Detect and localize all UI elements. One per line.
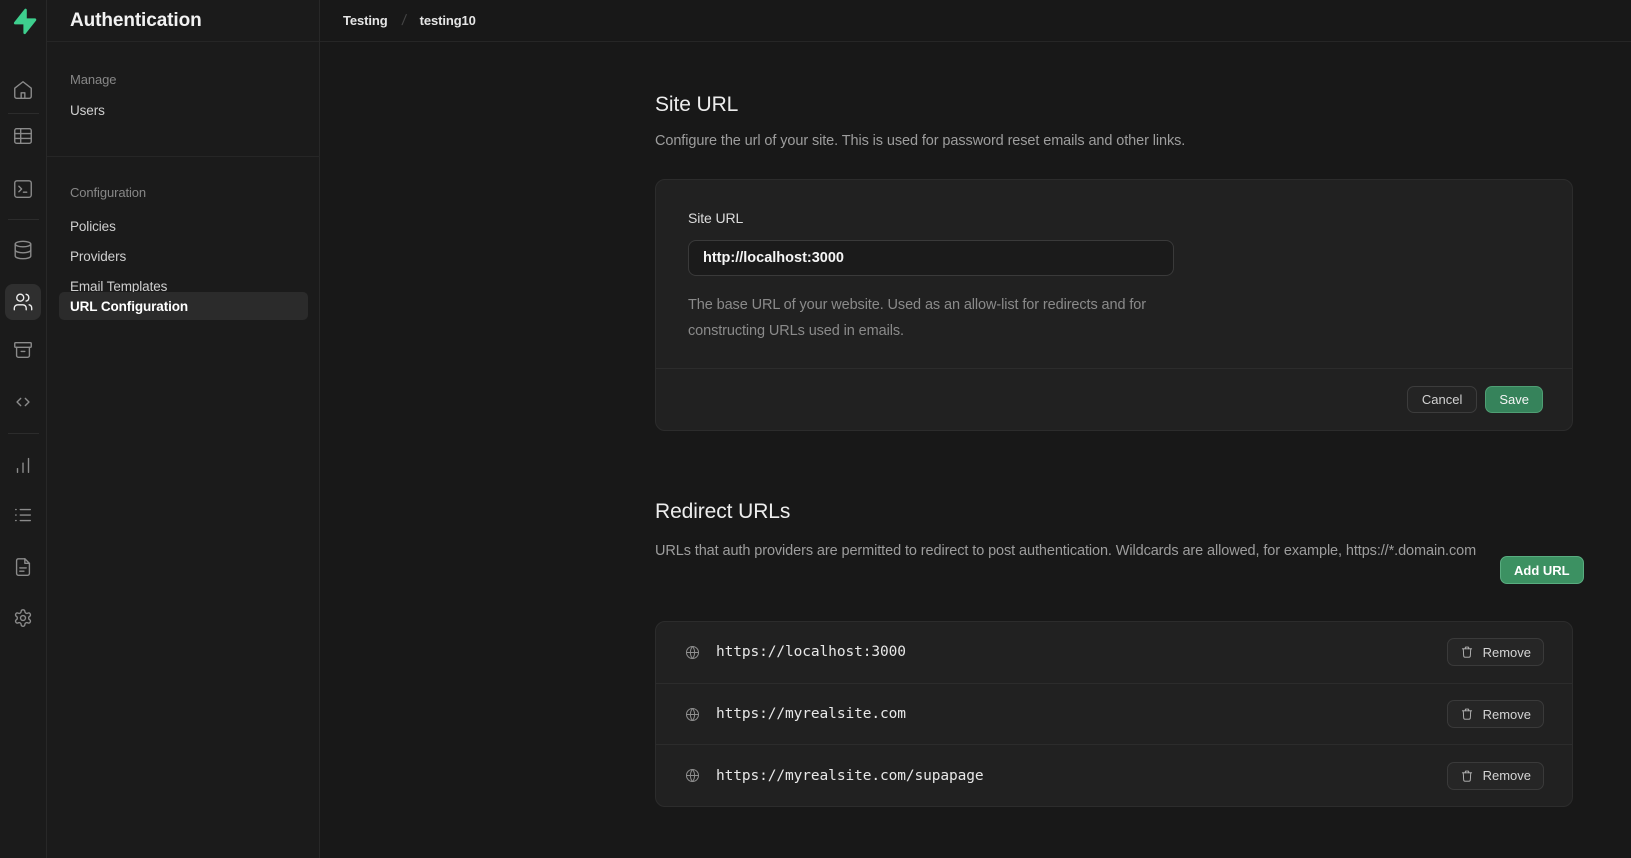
storage-icon[interactable]: [5, 332, 41, 368]
redirect-url-value: https://myrealsite.com/supapage: [716, 768, 984, 784]
supabase-logo-icon[interactable]: [9, 7, 37, 35]
topbar: Testing / testing10 Help: [320, 0, 1631, 42]
sidebar-item-users[interactable]: Users: [70, 103, 105, 118]
sidebar-item-policies[interactable]: Policies: [70, 219, 116, 234]
breadcrumb-branch[interactable]: testing10: [420, 13, 476, 28]
site-url-field-help: The base URL of your website. Used as an…: [688, 292, 1188, 344]
remove-button-label: Remove: [1483, 768, 1531, 783]
remove-url-button[interactable]: Remove: [1447, 762, 1544, 790]
site-url-field-label: Site URL: [688, 210, 1540, 226]
remove-url-button[interactable]: Remove: [1447, 638, 1544, 666]
remove-url-button[interactable]: Remove: [1447, 700, 1544, 728]
trash-icon: [1460, 645, 1474, 659]
rail-divider: [8, 433, 39, 434]
site-url-card-footer: Cancel Save: [656, 368, 1572, 430]
sidebar-divider: [47, 156, 320, 157]
auth-sidebar: Authentication Manage Users Configuratio…: [47, 0, 320, 858]
site-url-description: Configure the url of your site. This is …: [655, 128, 1185, 154]
icon-rail: [0, 0, 47, 858]
redirect-urls-title: Redirect URLs: [655, 500, 790, 524]
globe-icon: [684, 644, 701, 661]
app-window: Authentication Manage Users Configuratio…: [0, 0, 1631, 858]
sidebar-title: Authentication: [47, 0, 319, 42]
table-editor-icon[interactable]: [5, 118, 41, 154]
redirect-url-row: https://localhost:3000 Remove: [656, 622, 1572, 683]
redirect-url-value: https://localhost:3000: [716, 644, 906, 660]
sql-editor-icon[interactable]: [5, 171, 41, 207]
rail-divider: [8, 219, 39, 220]
database-icon[interactable]: [5, 232, 41, 268]
docs-icon[interactable]: [5, 549, 41, 585]
redirect-url-row: https://myrealsite.com Remove: [656, 683, 1572, 745]
authentication-icon[interactable]: [5, 284, 41, 320]
breadcrumb-separator: /: [400, 12, 406, 29]
trash-icon: [1460, 707, 1474, 721]
save-button[interactable]: Save: [1485, 386, 1543, 413]
sidebar-item-url-configuration[interactable]: URL Configuration: [59, 292, 308, 320]
redirect-url-value: https://myrealsite.com: [716, 706, 906, 722]
globe-icon: [684, 767, 701, 784]
remove-button-label: Remove: [1483, 707, 1531, 722]
redirect-urls-description: URLs that auth providers are permitted t…: [655, 538, 1485, 564]
redirect-urls-list: https://localhost:3000 Remove https://my…: [655, 621, 1573, 807]
logs-icon[interactable]: [5, 497, 41, 533]
redirect-url-row: https://myrealsite.com/supapage Remove: [656, 744, 1572, 806]
api-docs-icon[interactable]: [5, 384, 41, 420]
rail-divider: [8, 113, 39, 114]
sidebar-item-providers[interactable]: Providers: [70, 249, 126, 264]
breadcrumb-project[interactable]: Testing: [343, 13, 388, 28]
sidebar-section-manage: Manage: [70, 72, 116, 87]
trash-icon: [1460, 769, 1474, 783]
site-url-input[interactable]: [688, 240, 1174, 276]
cancel-button[interactable]: Cancel: [1407, 386, 1477, 413]
site-url-title: Site URL: [655, 93, 738, 117]
add-url-button[interactable]: Add URL: [1500, 556, 1584, 584]
reports-icon[interactable]: [5, 447, 41, 483]
remove-button-label: Remove: [1483, 645, 1531, 660]
sidebar-section-configuration: Configuration: [70, 185, 146, 200]
home-icon[interactable]: [5, 72, 41, 108]
site-url-card: Site URL The base URL of your website. U…: [655, 179, 1573, 431]
project-settings-icon[interactable]: [5, 600, 41, 636]
globe-icon: [684, 706, 701, 723]
